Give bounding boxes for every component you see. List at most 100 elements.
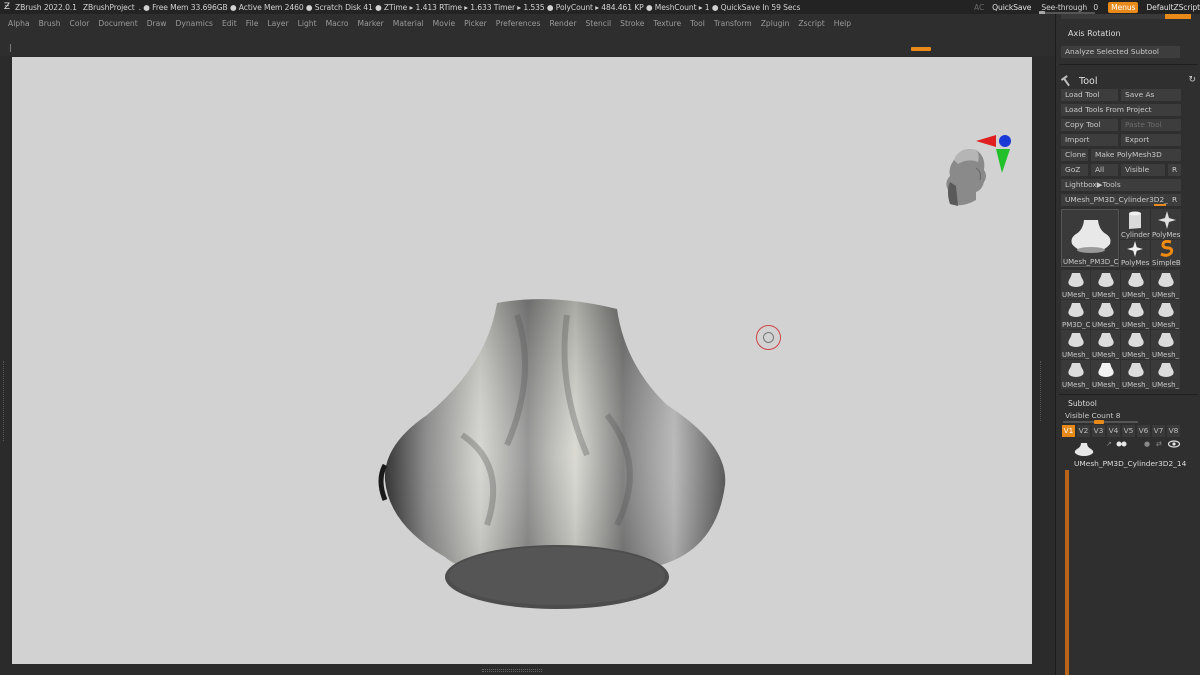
menu-preferences[interactable]: Preferences	[496, 19, 541, 28]
refresh-icon[interactable]: ↻	[1188, 75, 1196, 85]
export-button[interactable]: Export	[1121, 134, 1181, 146]
menu-render[interactable]: Render	[549, 19, 576, 28]
tool-grid-thumb[interactable]: UMesh_	[1091, 270, 1120, 299]
thumb-label: UMesh_	[1152, 381, 1180, 389]
title-bar: Ƶ ZBrush 2022.0.1 ZBrushProject . ● Free…	[0, 0, 1200, 15]
tool-grid-thumb[interactable]: UMesh_	[1151, 330, 1180, 359]
tool-grid-thumb[interactable]: UMesh_	[1121, 360, 1150, 389]
menu-dynamics[interactable]: Dynamics	[176, 19, 213, 28]
current-tool-r-button[interactable]: R	[1168, 194, 1181, 206]
visibility-set-v4[interactable]: V4	[1107, 425, 1120, 437]
goz-visible-button[interactable]: Visible	[1121, 164, 1165, 176]
visible-count-knob[interactable]	[1094, 420, 1104, 424]
polymesh-star-thumb-2[interactable]: PolyMes	[1120, 240, 1150, 267]
tool-grid-thumb[interactable]: UMesh_	[1151, 360, 1180, 389]
current-tool-slider-knob[interactable]	[1154, 204, 1166, 206]
vase-mesh[interactable]	[367, 295, 732, 613]
menu-macro[interactable]: Macro	[326, 19, 349, 28]
load-tool-button[interactable]: Load Tool	[1061, 89, 1118, 101]
goz-all-button[interactable]: All	[1091, 164, 1118, 176]
menu-layer[interactable]: Layer	[267, 19, 288, 28]
menu-file[interactable]: File	[246, 19, 259, 28]
tool-grid-thumb[interactable]: UMesh_	[1091, 330, 1120, 359]
tool-grid-thumb[interactable]: UMesh_	[1151, 270, 1180, 299]
clone-button[interactable]: Clone	[1061, 149, 1088, 161]
ac-toggle[interactable]: AC	[974, 3, 984, 12]
menu-tool[interactable]: Tool	[690, 19, 705, 28]
polypaint-icon[interactable]: ●	[1144, 440, 1150, 448]
analyze-subtool-button[interactable]: Analyze Selected Subtool	[1061, 46, 1180, 58]
see-through-slider[interactable]: See-through 0	[1039, 3, 1100, 15]
menu-zplugin[interactable]: Zplugin	[761, 19, 790, 28]
visibility-set-v2[interactable]: V2	[1077, 425, 1090, 437]
menu-marker[interactable]: Marker	[358, 19, 384, 28]
tray-top-orange[interactable]	[1165, 14, 1191, 19]
transfer-icon[interactable]: ⇄	[1156, 440, 1162, 448]
visibility-set-v7[interactable]: V7	[1152, 425, 1165, 437]
lightbox-tools-button[interactable]: Lightbox▶Tools	[1061, 179, 1181, 191]
subtool-section-title[interactable]: Subtool	[1068, 399, 1097, 408]
menu-stencil[interactable]: Stencil	[585, 19, 611, 28]
menu-edit[interactable]: Edit	[222, 19, 237, 28]
shelf-orange-indicator[interactable]	[911, 47, 931, 51]
menu-help[interactable]: Help	[834, 19, 851, 28]
menu-material[interactable]: Material	[393, 19, 424, 28]
current-tool-thumbnail[interactable]: UMesh_PM3D_C	[1061, 209, 1119, 267]
tool-grid-thumb[interactable]: UMesh_	[1121, 300, 1150, 329]
left-shelf-grip[interactable]	[3, 361, 8, 441]
save-as-button[interactable]: Save As	[1121, 89, 1181, 101]
tool-grid-thumb[interactable]: UMesh_	[1091, 360, 1120, 389]
paste-tool-button[interactable]: Paste Tool	[1121, 119, 1181, 131]
document-canvas[interactable]	[12, 57, 1032, 664]
default-zscript-button[interactable]: DefaultZScript	[1146, 3, 1200, 12]
tool-grid-thumb[interactable]: UMesh_	[1091, 300, 1120, 329]
tool-grid-thumb[interactable]: UMesh_	[1121, 330, 1150, 359]
menu-draw[interactable]: Draw	[147, 19, 167, 28]
visibility-set-v5[interactable]: V5	[1122, 425, 1135, 437]
tool-grid-thumb[interactable]: PM3D_C	[1061, 300, 1090, 329]
tool-grid-thumb[interactable]: UMesh_	[1061, 270, 1090, 299]
menu-transform[interactable]: Transform	[714, 19, 752, 28]
copy-tool-button[interactable]: Copy Tool	[1061, 119, 1118, 131]
simple-brush-thumb[interactable]: SimpleB	[1151, 240, 1181, 267]
menu-picker[interactable]: Picker	[464, 19, 487, 28]
import-button[interactable]: Import	[1061, 134, 1118, 146]
visibility-set-v1[interactable]: V1	[1062, 425, 1075, 437]
tool-grid-thumb[interactable]: UMesh_	[1061, 360, 1090, 389]
tool-grid-thumb[interactable]: UMesh_	[1061, 330, 1090, 359]
quicksave-button[interactable]: QuickSave	[992, 3, 1031, 12]
menu-document[interactable]: Document	[98, 19, 137, 28]
current-tool-slider[interactable]: UMesh_PM3D_Cylinder3D2_1	[1061, 194, 1169, 206]
menu-zscript[interactable]: Zscript	[798, 19, 824, 28]
menu-texture[interactable]: Texture	[653, 19, 681, 28]
goz-r-button[interactable]: R	[1168, 164, 1181, 176]
visibility-set-v8[interactable]: V8	[1167, 425, 1180, 437]
menu-alpha[interactable]: Alpha	[8, 19, 30, 28]
axis-rotation-label[interactable]: Axis Rotation	[1068, 29, 1121, 38]
goz-button[interactable]: GoZ	[1061, 164, 1088, 176]
visibility-set-v3[interactable]: V3	[1092, 425, 1105, 437]
eye-visibility-icon[interactable]	[1168, 440, 1180, 448]
subtool-arrow-icon[interactable]: ↗	[1106, 440, 1112, 448]
brush-mode-icon[interactable]	[1116, 441, 1128, 447]
menu-movie[interactable]: Movie	[433, 19, 455, 28]
polymesh-star-thumb[interactable]: PolyMes	[1151, 209, 1181, 239]
tool-palette-header[interactable]: Tool ↻	[1061, 74, 1196, 90]
subtool-list-item[interactable]: ↗ ● ⇄ UMesh_PM3D_Cylinder3D2_14	[1070, 440, 1186, 470]
load-tools-from-project-button[interactable]: Load Tools From Project	[1061, 104, 1181, 116]
menus-button[interactable]: Menus	[1108, 1, 1139, 13]
right-shelf-grip[interactable]	[1040, 361, 1045, 421]
menu-light[interactable]: Light	[298, 19, 317, 28]
axis-gizmo-icon[interactable]	[972, 131, 1014, 177]
tray-top-strip[interactable]	[1061, 14, 1191, 19]
make-polymesh3d-button[interactable]: Make PolyMesh3D	[1091, 149, 1181, 161]
tool-grid-thumb[interactable]: UMesh_	[1151, 300, 1180, 329]
bottom-shelf-grip[interactable]	[482, 669, 542, 672]
tool-grid-thumb[interactable]: UMesh_	[1121, 270, 1150, 299]
cylinder-tool-thumb[interactable]: Cylinder	[1120, 209, 1150, 239]
subtool-list-scrollbar[interactable]	[1065, 470, 1069, 675]
menu-stroke[interactable]: Stroke	[620, 19, 644, 28]
menu-brush[interactable]: Brush	[39, 19, 61, 28]
menu-color[interactable]: Color	[70, 19, 90, 28]
visibility-set-v6[interactable]: V6	[1137, 425, 1150, 437]
